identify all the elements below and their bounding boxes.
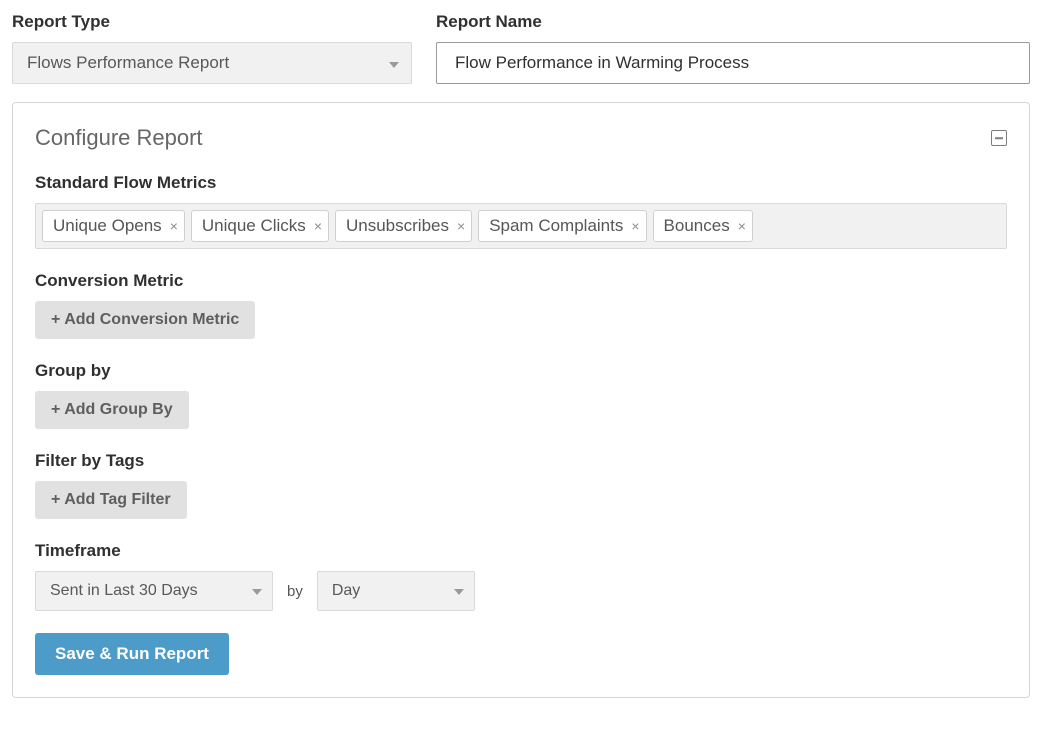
add-conversion-metric-button[interactable]: + Add Conversion Metric bbox=[35, 301, 255, 339]
add-group-by-button[interactable]: + Add Group By bbox=[35, 391, 189, 429]
metric-chip-label: Unique Clicks bbox=[202, 216, 306, 236]
close-icon[interactable]: × bbox=[170, 219, 178, 233]
close-icon[interactable]: × bbox=[457, 219, 465, 233]
panel-title: Configure Report bbox=[35, 125, 203, 151]
configure-report-panel: Configure Report Standard Flow Metrics U… bbox=[12, 102, 1030, 698]
timeframe-range-value: Sent in Last 30 Days bbox=[50, 582, 198, 600]
timeframe-granularity-value: Day bbox=[332, 582, 360, 600]
chevron-down-icon bbox=[252, 582, 262, 600]
chevron-down-icon bbox=[454, 582, 464, 600]
metric-chip-label: Spam Complaints bbox=[489, 216, 623, 236]
timeframe-granularity-select[interactable]: Day bbox=[317, 571, 475, 611]
timeframe-label: Timeframe bbox=[35, 541, 1007, 561]
report-name-label: Report Name bbox=[436, 12, 1030, 32]
standard-flow-metrics-label: Standard Flow Metrics bbox=[35, 173, 1007, 193]
metric-chip[interactable]: Unique Clicks × bbox=[191, 210, 329, 242]
report-type-label: Report Type bbox=[12, 12, 412, 32]
metric-chip-label: Bounces bbox=[664, 216, 730, 236]
metric-chip-label: Unique Opens bbox=[53, 216, 162, 236]
filter-by-tags-label: Filter by Tags bbox=[35, 451, 1007, 471]
metric-chip[interactable]: Unique Opens × bbox=[42, 210, 185, 242]
metric-chip[interactable]: Unsubscribes × bbox=[335, 210, 472, 242]
metric-chip[interactable]: Spam Complaints × bbox=[478, 210, 646, 242]
close-icon[interactable]: × bbox=[738, 219, 746, 233]
metric-chip[interactable]: Bounces × bbox=[653, 210, 753, 242]
chevron-down-icon bbox=[389, 53, 399, 73]
save-run-report-button[interactable]: Save & Run Report bbox=[35, 633, 229, 675]
report-type-value: Flows Performance Report bbox=[27, 53, 229, 73]
group-by-label: Group by bbox=[35, 361, 1007, 381]
close-icon[interactable]: × bbox=[631, 219, 639, 233]
report-name-input[interactable] bbox=[436, 42, 1030, 84]
timeframe-by-label: by bbox=[287, 583, 303, 600]
metric-chip-label: Unsubscribes bbox=[346, 216, 449, 236]
conversion-metric-label: Conversion Metric bbox=[35, 271, 1007, 291]
collapse-icon[interactable] bbox=[991, 130, 1007, 146]
flow-metrics-chipbox[interactable]: Unique Opens × Unique Clicks × Unsubscri… bbox=[35, 203, 1007, 249]
add-tag-filter-button[interactable]: + Add Tag Filter bbox=[35, 481, 187, 519]
close-icon[interactable]: × bbox=[314, 219, 322, 233]
timeframe-range-select[interactable]: Sent in Last 30 Days bbox=[35, 571, 273, 611]
report-type-select[interactable]: Flows Performance Report bbox=[12, 42, 412, 84]
